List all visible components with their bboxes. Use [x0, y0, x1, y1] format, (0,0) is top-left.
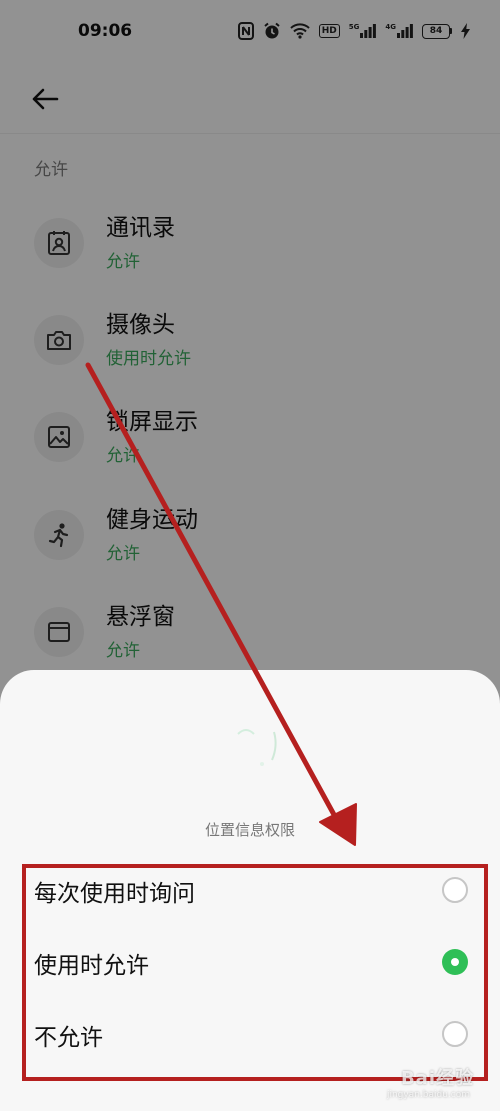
location-illustration-icon	[237, 729, 277, 766]
option-label: 使用时允许	[34, 953, 149, 979]
option-deny[interactable]: 不允许	[24, 998, 486, 1070]
option-label: 每次使用时询问	[34, 881, 195, 907]
radio-deny[interactable]	[442, 1021, 468, 1047]
radio-ask-every-time[interactable]	[442, 877, 468, 903]
screen: 09:06 HD 5G 4G 84 允许 通讯录 允许 摄像头 使用时允许 锁屏…	[0, 0, 500, 1111]
sheet-title: 位置信息权限	[204, 821, 295, 839]
option-label: 不允许	[34, 1025, 103, 1051]
option-ask-every-time[interactable]: 每次使用时询问	[24, 854, 486, 926]
location-permission-sheet: 位置信息权限 每次使用时询问 使用时允许 不允许	[0, 670, 500, 1111]
option-allow-while-using[interactable]: 使用时允许	[24, 926, 486, 998]
radio-allow-while-using[interactable]	[442, 949, 468, 975]
watermark-sub: jingyan.baidu.com	[386, 1090, 470, 1100]
watermark: Bai经验	[400, 1068, 474, 1089]
